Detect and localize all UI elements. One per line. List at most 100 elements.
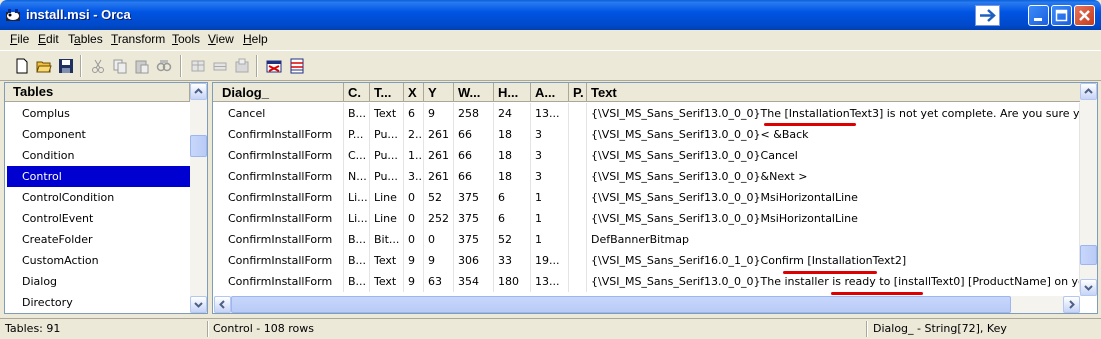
cell-height[interactable]: 6 [494,187,531,208]
column-header-type[interactable]: T... [370,83,404,102]
table-icon[interactable] [289,58,305,74]
cell-text[interactable]: DefBannerBitmap [587,229,1080,250]
cell-type[interactable]: Bit... [370,229,404,250]
cell-width[interactable]: 258 [454,103,494,124]
cell-height[interactable]: 52 [494,229,531,250]
scroll-down-button[interactable] [1080,279,1097,296]
tables-header[interactable]: Tables [5,83,190,102]
cell-attributes[interactable]: 13... [531,271,569,292]
column-header-x[interactable]: X [404,83,424,102]
table-item-createfolder[interactable]: CreateFolder [5,229,190,250]
cell-control[interactable]: Li... [344,187,370,208]
cell-height[interactable]: 33 [494,250,531,271]
open-icon[interactable] [36,58,52,74]
cell-type[interactable]: Line [370,208,404,229]
cell-y[interactable]: 261 [424,145,454,166]
new-icon[interactable] [14,58,30,74]
cell-width[interactable]: 375 [454,187,494,208]
cell-dialog[interactable]: ConfirmInstallForm [213,124,344,145]
cell-text[interactable]: {\VSI_MS_Sans_Serif13.0_0_0}< &Back [587,124,1080,145]
cell-dialog[interactable]: ConfirmInstallForm [213,250,344,271]
scroll-up-button[interactable] [1080,83,1097,100]
cell-y[interactable]: 9 [424,103,454,124]
cell-attributes[interactable]: 19... [531,250,569,271]
cell-control[interactable]: B... [344,271,370,292]
cell-type[interactable]: Text [370,271,404,292]
cell-control[interactable]: B... [344,103,370,124]
cell-height[interactable]: 24 [494,103,531,124]
table-item-complus[interactable]: Complus [5,103,190,124]
table-item-component[interactable]: Component [5,124,190,145]
cell-attributes[interactable]: 3 [531,145,569,166]
tables-vscrollbar[interactable] [190,83,207,313]
table-row[interactable]: ConfirmInstallForm P... Pu... 2... 261 6… [213,124,1080,145]
table-row[interactable]: ConfirmInstallForm B... Text 9 9 306 33 … [213,250,1080,271]
column-header-width[interactable]: W... [454,83,494,102]
cell-type[interactable]: Pu... [370,124,404,145]
column-header-height[interactable]: H... [494,83,531,102]
scroll-left-button[interactable] [214,296,231,313]
column-header-text[interactable]: Text [587,83,1080,102]
cell-text[interactable]: {\VSI_MS_Sans_Serif13.0_0_0}&Next > [587,166,1080,187]
menu-tools[interactable]: Tools [172,32,200,46]
cell-dialog[interactable]: ConfirmInstallForm [213,229,344,250]
find-icon[interactable] [156,58,172,74]
cell-width[interactable]: 375 [454,229,494,250]
cell-x[interactable]: 0 [404,208,424,229]
cell-width[interactable]: 375 [454,208,494,229]
minimize-button[interactable] [1028,5,1049,26]
cell-control[interactable]: Li... [344,208,370,229]
cell-height[interactable]: 18 [494,124,531,145]
cell-width[interactable]: 354 [454,271,494,292]
table-item-directory[interactable]: Directory [5,292,190,313]
cell-control[interactable]: N... [344,166,370,187]
menu-transform[interactable]: Transform [111,32,165,46]
column-header-property[interactable]: P. [569,83,587,102]
cell-attributes[interactable]: 1 [531,187,569,208]
table-row[interactable]: ConfirmInstallForm N... Pu... 3... 261 6… [213,166,1080,187]
cell-text[interactable]: {\VSI_MS_Sans_Serif13.0_0_0}The [Install… [587,103,1080,124]
cell-width[interactable]: 66 [454,166,494,187]
cell-type[interactable]: Text [370,103,404,124]
cell-height[interactable]: 18 [494,145,531,166]
cell-type[interactable]: Text [370,250,404,271]
cell-text[interactable]: {\VSI_MS_Sans_Serif16.0_1_0}Confirm [Ins… [587,250,1080,271]
table-row[interactable]: ConfirmInstallForm B... Text 9 63 354 18… [213,271,1080,292]
cell-y[interactable]: 52 [424,187,454,208]
cell-attributes[interactable]: 3 [531,124,569,145]
menu-edit[interactable]: Edit [38,32,59,46]
table-item-controlcondition[interactable]: ControlCondition [5,187,190,208]
table-item-control[interactable]: Control [7,166,190,187]
menu-file[interactable]: File [10,32,29,46]
cell-property[interactable] [569,145,587,166]
cell-property[interactable] [569,187,587,208]
cell-attributes[interactable]: 1 [531,229,569,250]
table-row[interactable]: Cancel B... Text 6 9 258 24 13... {\VSI_… [213,103,1080,124]
table-row[interactable]: ConfirmInstallForm Li... Line 0 252 375 … [213,208,1080,229]
cell-height[interactable]: 180 [494,271,531,292]
cell-y[interactable]: 261 [424,166,454,187]
scroll-thumb[interactable] [231,296,1011,313]
menu-tables[interactable]: Tables [68,32,103,46]
cell-height[interactable]: 6 [494,208,531,229]
orca-app-icon[interactable] [5,7,21,23]
cell-dialog[interactable]: ConfirmInstallForm [213,187,344,208]
scroll-up-button[interactable] [190,83,207,100]
cell-height[interactable]: 18 [494,166,531,187]
table-item-dialog[interactable]: Dialog [5,271,190,292]
cell-dialog[interactable]: ConfirmInstallForm [213,166,344,187]
cell-x[interactable]: 2... [404,124,424,145]
table-item-customaction[interactable]: CustomAction [5,250,190,271]
cell-x[interactable]: 9 [404,250,424,271]
scroll-down-button[interactable] [190,296,207,313]
scroll-thumb[interactable] [190,135,207,157]
cell-dialog[interactable]: ConfirmInstallForm [213,208,344,229]
cell-property[interactable] [569,103,587,124]
cell-property[interactable] [569,250,587,271]
paste-icon[interactable] [134,58,150,74]
cell-attributes[interactable]: 1 [531,208,569,229]
cell-type[interactable]: Pu... [370,166,404,187]
cut-icon[interactable] [90,58,106,74]
cell-width[interactable]: 66 [454,145,494,166]
cell-property[interactable] [569,124,587,145]
